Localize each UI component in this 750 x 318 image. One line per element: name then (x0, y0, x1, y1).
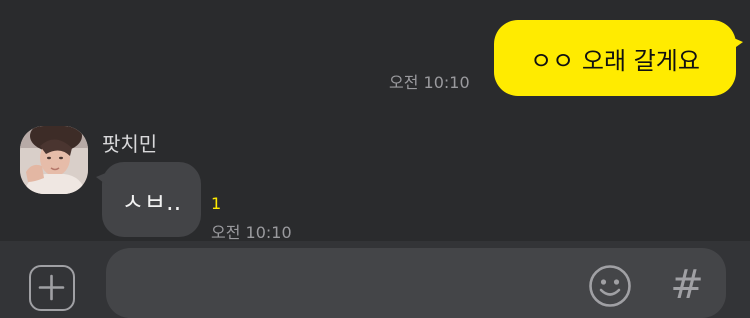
avatar-photo (20, 126, 88, 194)
smile-face-icon (589, 265, 631, 307)
sender-avatar[interactable] (20, 126, 88, 194)
message-input[interactable] (106, 248, 726, 318)
unread-count-badge: 1 (211, 194, 222, 213)
plus-square-icon (38, 274, 65, 301)
add-attachment-button[interactable] (29, 265, 75, 311)
outgoing-timestamp: 오전 10:10 (389, 73, 470, 92)
chat-area[interactable]: 오전 10:10 ㅇㅇ 오래 갈게요 팟치민 ㅅㅂ.. 1 오전 10:10 (0, 0, 750, 242)
outgoing-message-bubble[interactable]: ㅇㅇ 오래 갈게요 (494, 20, 743, 96)
outgoing-message-text: ㅇㅇ 오래 갈게요 (530, 46, 700, 75)
incoming-message-bubble[interactable]: ㅅㅂ.. (96, 162, 201, 237)
sender-name[interactable]: 팟치민 (102, 128, 157, 157)
incoming-message-text: ㅅㅂ.. (121, 188, 182, 216)
emoji-button[interactable] (587, 263, 633, 309)
hashtag-search-button[interactable]: # (668, 262, 706, 308)
incoming-timestamp: 오전 10:10 (211, 223, 292, 242)
